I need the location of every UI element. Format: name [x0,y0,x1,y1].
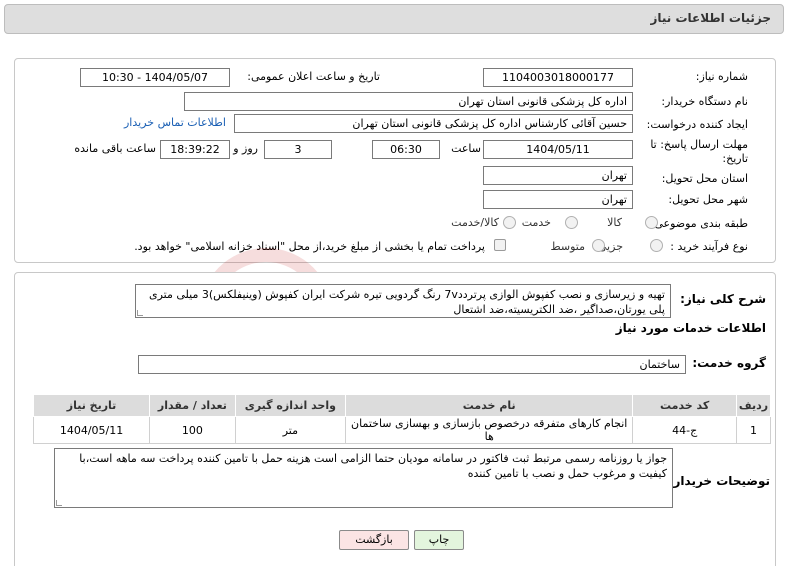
row-code: ج-44 [632,416,737,444]
deadline-date-field: 1404/05/11 [483,140,633,159]
category-radio-service[interactable] [565,216,578,229]
table-header-row: ردیف کد خدمت نام خدمت واحد اندازه گیری ت… [32,394,772,417]
buyer-org-label: نام دستگاه خریدار: [661,95,748,108]
need-number-field: 1104003018000177 [483,68,633,87]
treasury-payment-checkbox[interactable] [494,239,506,251]
category-label: طبقه بندی موضوعی: [650,217,748,230]
resize-grip-icon[interactable] [56,500,62,506]
row-qty: 100 [149,416,236,444]
buyer-notes-textarea[interactable]: جواز یا روزنامه رسمی مرتبط ثبت فاکتور در… [54,448,673,508]
row-index: 1 [735,416,772,444]
process-option-medium: متوسط [550,240,585,253]
back-button[interactable]: بازگشت [339,530,409,550]
category-option-service: خدمت [521,216,551,229]
deadline-time-field: 06:30 [372,140,440,159]
deadline-label: مهلت ارسال پاسخ: تا [650,138,748,151]
process-radio-medium[interactable] [592,239,605,252]
category-radio-goods-service[interactable] [503,216,516,229]
services-table: ردیف کد خدمت نام خدمت واحد اندازه گیری ت… [32,394,772,444]
city-label: شهر محل تحویل: [668,193,748,206]
service-group-field: ساختمان [138,355,686,374]
days-field: 3 [264,140,332,159]
category-option-goods-service: کالا/خدمت [451,216,499,229]
province-label: استان محل تحویل: [661,172,748,185]
page-title: جزئیات اطلاعات نیاز [650,11,771,25]
category-option-goods: کالا [607,216,622,229]
col-index: ردیف [735,394,772,417]
table-row: 1 ج-44 انجام کارهای متفرقه درخصوص بازساز… [32,416,772,444]
col-qty: تعداد / مقدار [149,394,236,417]
city-field: تهران [483,190,633,209]
deadline-time-label: ساعت [451,142,481,155]
need-info-panel [14,58,776,263]
service-group-label: گروه خدمت: [692,356,766,370]
treasury-payment-note: پرداخت تمام یا بخشی از مبلغ خرید،از محل … [134,240,485,253]
print-button[interactable]: چاپ [414,530,464,550]
buyer-org-field: اداره کل پزشکی قانونی استان تهران [184,92,633,111]
description-textarea[interactable]: تهیه و زیرسازی و نصب کفپوش الوازی پرتردد… [135,284,671,318]
need-number-label: شماره نیاز: [695,70,748,83]
announce-field: 1404/05/07 - 10:30 [80,68,230,87]
process-radio-minor[interactable] [650,239,663,252]
resize-grip-icon[interactable] [137,310,143,316]
row-unit: متر [234,416,347,444]
process-label: نوع فرآیند خرید : [670,240,748,253]
remaining-label: ساعت باقی مانده [74,142,156,155]
announce-label: تاریخ و ساعت اعلان عمومی: [247,70,380,83]
col-unit: واحد اندازه گیری [234,394,347,417]
col-date: تاریخ نیاز [32,394,151,417]
description-text: تهیه و زیرسازی و نصب کفپوش الوازی پرتردد… [148,288,665,316]
services-section-title: اطلاعات خدمات مورد نیاز [615,321,766,335]
buyer-contact-link[interactable]: اطلاعات تماس خریدار [124,116,226,129]
creator-label: ایجاد کننده درخواست: [646,118,748,131]
remaining-time-field: 18:39:22 [160,140,230,159]
creator-field: حسین آقائی کارشناس اداره کل پزشکی قانونی… [234,114,633,133]
buyer-notes-text: جواز یا روزنامه رسمی مرتبط ثبت فاکتور در… [79,452,667,480]
province-field: تهران [483,166,633,185]
col-code: کد خدمت [632,394,737,417]
description-label: شرح کلی نیاز: [680,292,766,306]
category-radio-goods[interactable] [645,216,658,229]
days-label: روز و [233,142,258,155]
row-name: انجام کارهای متفرقه درخصوص بازسازی و بهس… [345,416,634,444]
buyer-notes-label: توضیحات خریدار: [668,474,770,488]
deadline-date-label: تاریخ: [722,152,748,165]
row-date: 1404/05/11 [32,416,151,444]
col-name: نام خدمت [345,394,634,417]
page-header: جزئیات اطلاعات نیاز [4,4,784,34]
